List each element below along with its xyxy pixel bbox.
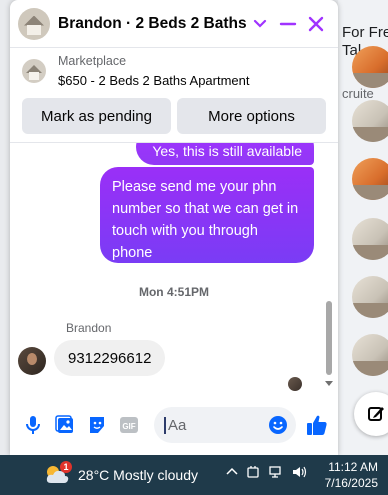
background-thumbnail[interactable] xyxy=(352,46,388,88)
sender-avatar[interactable] xyxy=(18,347,46,375)
volume-button[interactable] xyxy=(292,465,308,479)
app-tray-icon xyxy=(247,466,259,478)
compose-icon xyxy=(368,407,384,421)
taskbar-clock[interactable]: 11:12 AM 7/16/2025 xyxy=(318,459,378,491)
outgoing-message[interactable]: Yes, this is still available xyxy=(136,143,314,165)
chat-options-button[interactable] xyxy=(246,10,274,38)
sender-name: Brandon xyxy=(66,321,112,335)
background-thumbnail[interactable] xyxy=(352,158,388,200)
listing-title: $650 - 2 Beds 2 Baths Apartment xyxy=(58,73,250,88)
close-button[interactable] xyxy=(302,10,330,38)
background-thumbnail[interactable] xyxy=(352,334,388,376)
attach-photo-button[interactable] xyxy=(52,412,78,438)
message-composer: GIF xyxy=(10,400,338,450)
listing-source: Marketplace xyxy=(58,54,127,68)
send-like-button[interactable] xyxy=(302,410,332,440)
more-options-button[interactable]: More options xyxy=(177,98,326,134)
background-listing-title[interactable]: For Fre xyxy=(342,24,388,41)
scroll-down-arrow[interactable] xyxy=(325,381,333,386)
weather-text[interactable]: 28°C Mostly cloudy xyxy=(78,467,198,483)
mark-as-pending-button[interactable]: Mark as pending xyxy=(22,98,171,134)
listing-summary[interactable]: Marketplace $650 - 2 Beds 2 Baths Apartm… xyxy=(10,48,338,94)
voice-clip-button[interactable] xyxy=(20,412,46,438)
gif-icon: GIF xyxy=(120,417,138,433)
outgoing-message[interactable]: Please send me your phn number so that w… xyxy=(100,167,314,263)
chevron-up-icon xyxy=(226,467,238,475)
sticker-button[interactable] xyxy=(84,412,110,438)
message-thread[interactable]: Yes, this is still available Please send… xyxy=(10,142,338,392)
smiley-icon xyxy=(269,416,287,434)
chat-title[interactable]: Brandon · 2 Beds 2 Baths ... xyxy=(58,15,246,33)
speaker-icon xyxy=(293,466,307,478)
network-button[interactable] xyxy=(268,465,284,479)
thumbs-up-icon xyxy=(307,415,327,435)
background-thumbnail[interactable] xyxy=(352,100,388,142)
emoji-button[interactable] xyxy=(268,415,288,435)
gif-button[interactable]: GIF xyxy=(116,412,142,438)
svg-text:GIF: GIF xyxy=(122,422,135,431)
thread-scrollbar[interactable] xyxy=(324,143,334,392)
listing-text: Marketplace $650 - 2 Beds 2 Baths Apartm… xyxy=(58,54,250,88)
photo-icon xyxy=(55,415,73,433)
system-tray xyxy=(226,465,308,479)
listing-avatar[interactable] xyxy=(18,7,50,40)
scrollbar-thumb[interactable] xyxy=(326,301,332,375)
message-input[interactable] xyxy=(164,416,268,434)
chat-header: Brandon · 2 Beds 2 Baths ... xyxy=(10,0,338,48)
clock-time: 11:12 AM xyxy=(328,460,378,474)
minimize-icon xyxy=(279,22,297,25)
background-thumbnail[interactable] xyxy=(352,276,388,318)
message-input-wrapper[interactable] xyxy=(154,407,296,443)
incoming-message[interactable]: 9312296612 xyxy=(54,340,166,376)
windows-taskbar: 1 28°C Mostly cloudy 11:12 AM 7/16/2025 xyxy=(0,455,388,495)
minimize-button[interactable] xyxy=(274,10,302,38)
listing-thumbnail xyxy=(22,59,46,83)
show-hidden-icons-button[interactable] xyxy=(226,466,238,478)
background-thumbnail[interactable] xyxy=(352,218,388,260)
background-listing-meta: cruite xyxy=(342,86,374,101)
chat-window: Brandon · 2 Beds 2 Baths ... Marketplace… xyxy=(10,0,338,455)
sticker-icon xyxy=(90,417,104,433)
clock-date: 7/16/2025 xyxy=(324,476,378,490)
network-icon xyxy=(269,466,281,478)
seen-indicator-avatar xyxy=(288,377,302,391)
message-timestamp: Mon 4:51PM xyxy=(138,285,209,299)
microphone-icon xyxy=(26,416,40,434)
tray-app-button[interactable] xyxy=(246,465,260,479)
close-icon xyxy=(308,16,324,31)
weather-notification-badge: 1 xyxy=(60,461,72,473)
listing-actions: Mark as pending More options xyxy=(10,94,338,134)
chevron-down-icon xyxy=(253,19,267,28)
